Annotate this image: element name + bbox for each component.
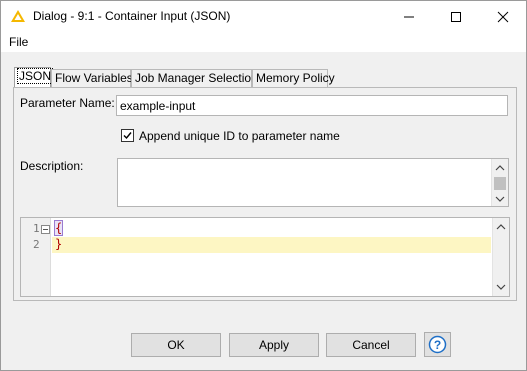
parameter-name-input[interactable]: example-input: [116, 95, 508, 116]
knime-app-icon: [11, 10, 25, 22]
current-line-highlight: [52, 237, 491, 253]
maximize-button[interactable]: [433, 1, 479, 32]
append-id-label: Append unique ID to parameter name: [139, 129, 340, 143]
maximize-icon: [451, 12, 461, 22]
description-scroll-thumb[interactable]: [494, 177, 506, 190]
tab-json-label: JSON: [16, 68, 54, 84]
description-label: Description:: [20, 159, 84, 173]
ok-button[interactable]: OK: [131, 333, 221, 357]
line-number: 1: [33, 222, 40, 235]
description-textarea[interactable]: [117, 158, 509, 207]
menu-bar: File: [1, 32, 526, 52]
code-line: {: [53, 220, 64, 236]
code-line: }: [55, 237, 62, 251]
tab-memory-policy-label: Memory Policy: [256, 71, 335, 85]
parameter-name-value: example-input: [120, 99, 196, 113]
editor-gutter: 1 2: [21, 218, 51, 296]
close-icon: [497, 11, 509, 23]
svg-text:?: ?: [434, 338, 441, 352]
dialog-window: Dialog - 9:1 - Container Input (JSON) Fi…: [0, 0, 527, 371]
tab-json[interactable]: JSON: [14, 67, 54, 88]
checkmark-icon: [123, 132, 132, 140]
json-editor[interactable]: 1 2 { }: [20, 217, 510, 297]
scroll-up-icon[interactable]: [495, 163, 505, 173]
tab-flow-variables[interactable]: Flow Variables: [51, 69, 133, 87]
tab-job-manager-label: Job Manager Selection: [135, 71, 258, 85]
minimize-icon: [404, 16, 414, 18]
code-line-text: {: [53, 220, 64, 236]
menu-file[interactable]: File: [9, 35, 28, 49]
title-bar[interactable]: Dialog - 9:1 - Container Input (JSON): [1, 1, 526, 32]
tab-job-manager-selection[interactable]: Job Manager Selection: [131, 69, 258, 87]
cancel-button[interactable]: Cancel: [326, 333, 416, 357]
tab-memory-policy[interactable]: Memory Policy: [252, 69, 335, 87]
tab-flow-variables-label: Flow Variables: [55, 71, 133, 85]
scroll-up-icon[interactable]: [496, 222, 506, 232]
help-icon: ?: [428, 335, 447, 354]
apply-button[interactable]: Apply: [229, 333, 319, 357]
close-button[interactable]: [480, 1, 526, 32]
description-scrollbar[interactable]: [491, 159, 508, 206]
editor-scrollbar[interactable]: [492, 218, 509, 296]
parameter-name-label: Parameter Name:: [20, 96, 115, 110]
window-title: Dialog - 9:1 - Container Input (JSON): [33, 9, 231, 23]
line-number: 2: [33, 238, 40, 251]
scroll-down-icon[interactable]: [495, 194, 505, 204]
scroll-down-icon[interactable]: [496, 282, 506, 292]
append-id-checkbox[interactable]: [121, 129, 134, 142]
json-tab-panel: Parameter Name: example-input Append uni…: [13, 87, 517, 301]
minimize-button[interactable]: [386, 1, 432, 32]
code-line-text: }: [55, 237, 63, 251]
help-button[interactable]: ?: [424, 332, 451, 357]
fold-toggle-icon[interactable]: [41, 225, 50, 234]
